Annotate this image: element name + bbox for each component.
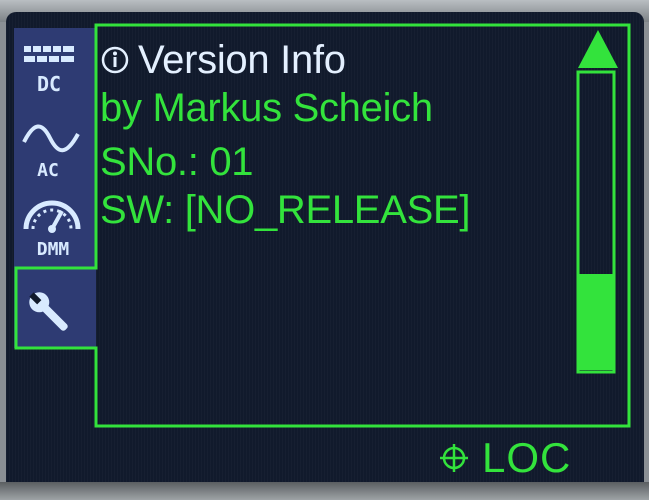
- scroll-thumb[interactable]: [579, 274, 613, 370]
- serial-number-text: SNo.: 01: [100, 140, 254, 184]
- device-bezel-bottom: [0, 482, 649, 500]
- scrollbar[interactable]: [574, 28, 622, 376]
- dc-icon: DC: [24, 46, 74, 96]
- tab-ac-label: AC: [37, 160, 59, 180]
- lock-status-label: LOC: [482, 434, 572, 481]
- ac-wave-icon: AC: [22, 124, 80, 180]
- tab-settings[interactable]: [20, 285, 88, 345]
- wrench-icon: [29, 292, 68, 331]
- status-bar: LOC: [440, 434, 571, 482]
- tab-dc-label: DC: [37, 72, 61, 96]
- page-title: Version Info: [100, 38, 346, 82]
- page-title-text: Version Info: [138, 38, 346, 82]
- version-info-panel: Version Info by Markus Scheich SNo.: 01 …: [96, 30, 574, 418]
- tab-dmm[interactable]: DMM: [20, 197, 88, 260]
- author-text: by Markus Scheich: [100, 86, 433, 130]
- software-version-text: SW: [NO_RELEASE]: [100, 188, 471, 232]
- scroll-up-arrow-icon[interactable]: [578, 30, 618, 68]
- info-icon: [101, 46, 129, 74]
- meter-gauge-icon: DMM: [23, 200, 81, 260]
- tab-ac[interactable]: AC: [20, 120, 88, 180]
- crosshair-icon: [440, 444, 468, 472]
- tab-dc[interactable]: DC: [20, 42, 88, 102]
- tab-dmm-label: DMM: [37, 239, 70, 260]
